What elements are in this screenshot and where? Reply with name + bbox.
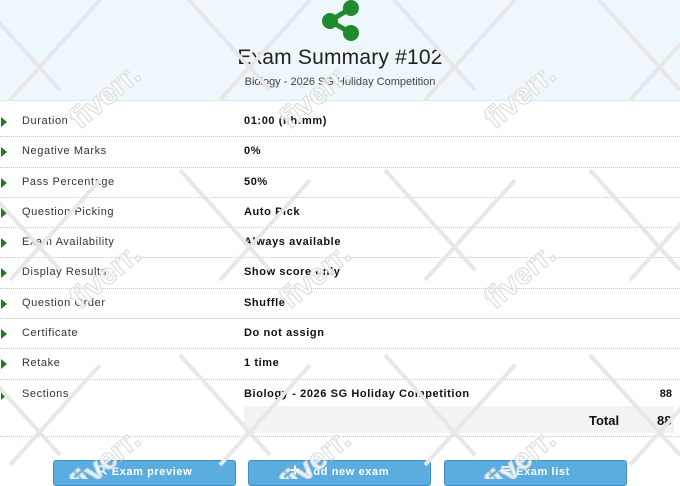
row-value: 0% <box>244 145 262 158</box>
row-value: Do not assign <box>244 327 325 340</box>
add-new-exam-label: Add new exam <box>304 466 390 478</box>
summary-header: Exam Summary #102 Biology - 2026 SG Holi… <box>0 0 680 101</box>
row-value: Show score only <box>244 266 341 279</box>
total-label: Total <box>589 412 620 428</box>
bullet-arrow-icon <box>1 207 7 218</box>
bullet-arrow-icon <box>1 117 7 127</box>
row-pass-percentage: Pass Percentage 50% <box>0 168 680 198</box>
row-question-order: Question Order Shuffle <box>0 289 680 320</box>
exam-list-button[interactable]: Exam list <box>444 460 627 486</box>
section-question-count: 88 <box>659 387 672 400</box>
row-certificate: Certificate Do not assign <box>0 319 680 350</box>
row-label: Certificate <box>22 327 79 340</box>
row-value: Always available <box>244 236 342 249</box>
row-label: Duration <box>22 115 69 127</box>
row-duration: Duration 01:00 (hh:mm) <box>0 107 680 138</box>
row-value: 01:00 (hh:mm) <box>244 115 327 127</box>
row-label: Sections <box>22 387 69 400</box>
row-label: Negative Marks <box>22 145 107 158</box>
search-icon <box>96 461 107 483</box>
row-sections: Sections Biology - 2026 SG Holiday Compe… <box>0 380 680 406</box>
row-exam-availability: Exam Availability Always available <box>0 228 680 259</box>
list-icon <box>501 461 511 483</box>
bullet-arrow-icon <box>1 329 7 340</box>
summary-table: Duration 01:00 (hh:mm) Negative Marks 0%… <box>0 107 680 437</box>
bullet-arrow-icon <box>1 389 7 400</box>
row-label: Display Results <box>22 266 107 279</box>
bullet-arrow-icon <box>1 147 7 158</box>
bullet-arrow-icon <box>1 268 7 279</box>
page-subtitle: Biology - 2026 SG Holiday Competition <box>244 76 436 88</box>
row-label: Pass Percentage <box>22 175 115 188</box>
bullet-arrow-icon <box>1 298 7 309</box>
sections-total-row: Total 88 <box>0 405 680 437</box>
row-label: Retake <box>22 357 61 370</box>
row-display-results: Display Results Show score only <box>0 258 680 289</box>
exam-preview-label: Exam preview <box>111 466 193 478</box>
row-retake: Retake 1 time <box>0 349 680 380</box>
row-label: Question Picking <box>22 205 115 218</box>
bullet-arrow-icon <box>1 359 7 370</box>
row-value: 50% <box>244 175 268 188</box>
plus-icon <box>290 461 300 483</box>
row-label: Exam Availability <box>22 236 115 249</box>
bullet-arrow-icon <box>1 177 7 188</box>
page-title: Exam Summary #102 <box>237 46 443 69</box>
exam-preview-button[interactable]: Exam preview <box>53 460 236 486</box>
row-value: Auto Pick <box>244 205 301 218</box>
exam-list-label: Exam list <box>516 466 570 478</box>
share-icon <box>322 0 359 41</box>
add-new-exam-button[interactable]: Add new exam <box>248 460 431 486</box>
row-value: 1 time <box>244 357 280 370</box>
section-name: Biology - 2026 SG Holiday Competition <box>244 387 470 400</box>
row-label: Question Order <box>22 296 106 309</box>
row-negative-marks: Negative Marks 0% <box>0 137 680 168</box>
bullet-arrow-icon <box>1 238 7 249</box>
row-question-picking: Question Picking Auto Pick <box>0 198 680 229</box>
row-value: Shuffle <box>244 296 286 309</box>
total-value: 88 <box>657 412 672 428</box>
